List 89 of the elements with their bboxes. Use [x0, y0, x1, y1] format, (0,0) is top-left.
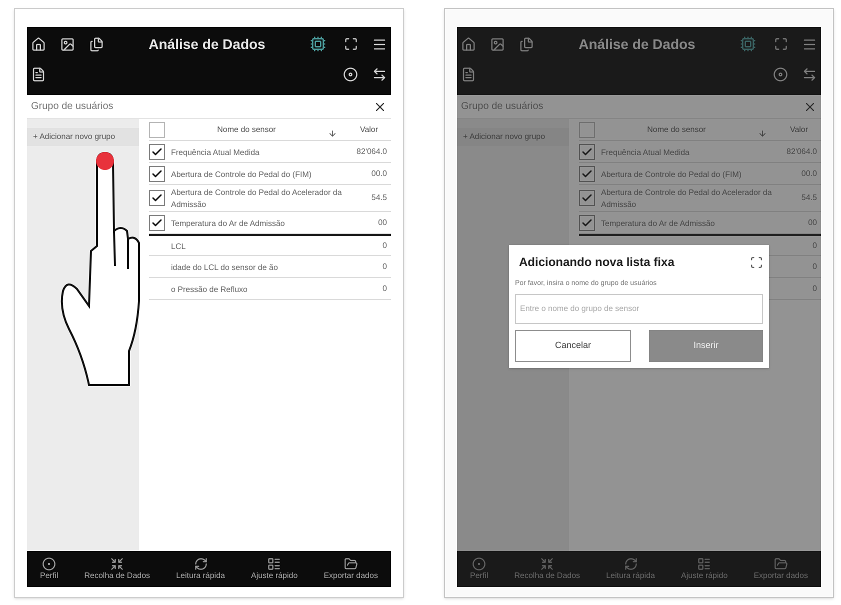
window-title: Análise de Dados — [148, 34, 266, 54]
panel-title: Grupo de usuários — [461, 100, 544, 114]
swap-icon[interactable] — [372, 66, 387, 82]
toolbar-tab[interactable]: Leitura rápida — [606, 557, 655, 581]
document-icon[interactable] — [31, 66, 46, 82]
sensor-name: LCL — [171, 242, 186, 250]
row-checkbox[interactable] — [149, 190, 165, 206]
toolbar-tab[interactable]: Ajuste rápido — [680, 557, 728, 581]
expand-icon[interactable] — [344, 37, 358, 51]
sensor-value: 0 — [382, 240, 388, 252]
pages-icon[interactable] — [89, 36, 104, 52]
record-icon[interactable] — [343, 66, 358, 82]
sort-icon[interactable] — [328, 129, 337, 138]
input-field[interactable]: Entre o nome do grupo de sensor — [515, 294, 763, 324]
sensor-name: Abertura de Controle do Pedal do Acelerador da Admissão — [171, 188, 342, 209]
cancel-button[interactable]: Cancelar — [515, 330, 631, 362]
check-icon — [151, 146, 163, 158]
sensor-value: 0 — [382, 260, 388, 272]
toolbar-icon — [267, 557, 282, 571]
sort-icon[interactable] — [758, 129, 767, 138]
column-header: Valor — [788, 124, 810, 136]
sensor-name: Abertura de Controle do Pedal do Acelerador da Admissão — [601, 188, 772, 209]
sensor-value: 54.5 — [370, 192, 388, 204]
window-title: Análise de Dados — [578, 34, 696, 54]
row-checkbox[interactable] — [579, 190, 595, 206]
row-checkbox[interactable] — [149, 214, 165, 230]
toolbar-icon — [540, 557, 554, 571]
column-header: Valor — [358, 124, 380, 136]
add-group-button[interactable]: + Adicionar novo grupo — [27, 128, 139, 146]
check-icon — [581, 192, 593, 204]
sensor-value: 54.5 — [800, 192, 818, 204]
scan-icon[interactable] — [750, 256, 763, 268]
toolbar-tab[interactable]: Exportar dados — [754, 557, 808, 581]
toolbar-icon — [110, 557, 124, 571]
header-checkbox[interactable] — [579, 122, 595, 138]
sensor-value: 0 — [382, 282, 388, 294]
row-checkbox[interactable] — [149, 144, 165, 160]
toolbar-icon — [344, 557, 358, 571]
toolbar-tab[interactable]: Perfil — [40, 557, 58, 581]
column-header: Nome do sensor — [216, 124, 277, 136]
sensor-value: 00.0 — [370, 168, 388, 180]
check-icon — [151, 168, 163, 180]
image-icon[interactable] — [60, 36, 75, 52]
header-checkbox[interactable] — [149, 122, 165, 138]
sensor-name: Temperatura do Ar de Admissão — [601, 218, 715, 228]
row-checkbox[interactable] — [579, 144, 595, 160]
row-checkbox[interactable] — [149, 166, 165, 182]
sensor-name: Abertura de Controle do Pedal do (FIM) — [171, 170, 312, 178]
sensor-name: idade do LCL do sensor de ão — [171, 262, 278, 272]
toolbar-icon — [194, 557, 208, 571]
sensor-value: 0 — [812, 260, 818, 272]
toolbar-icon — [42, 557, 56, 571]
sensor-value: 82'064.0 — [786, 146, 818, 158]
check-icon — [581, 146, 593, 158]
sensor-value: 00 — [377, 216, 388, 228]
check-icon — [581, 168, 593, 180]
sensor-value: 00 — [807, 216, 818, 228]
chip-icon[interactable] — [310, 36, 326, 52]
sensor-value: 0 — [812, 240, 818, 252]
toolbar-icon — [472, 557, 486, 571]
home-icon[interactable] — [31, 36, 46, 52]
sensor-value: 00.0 — [800, 168, 818, 180]
check-icon — [151, 216, 163, 228]
check-icon — [151, 192, 163, 204]
sensor-name: Frequência Atual Medida — [601, 148, 690, 156]
toolbar-tab[interactable]: Exportar dados — [324, 557, 378, 581]
toolbar-tab[interactable]: Leitura rápida — [176, 557, 225, 581]
toolbar-icon — [774, 557, 788, 571]
menu-icon[interactable] — [372, 36, 387, 52]
column-header: Nome do sensor — [646, 124, 707, 136]
insert-button[interactable]: Inserir — [649, 330, 763, 362]
sensor-name: Abertura de Controle do Pedal do (FIM) — [601, 170, 742, 178]
toolbar-tab[interactable]: Perfil — [470, 557, 488, 581]
check-icon — [581, 216, 593, 228]
row-checkbox[interactable] — [579, 214, 595, 230]
panel-title: Grupo de usuários — [31, 100, 114, 114]
dialog-title: Adicionando nova lista fixa — [518, 254, 676, 271]
sensor-value: 82'064.0 — [356, 146, 388, 158]
sensor-name: Temperatura do Ar de Admissão — [171, 218, 285, 228]
toolbar-icon — [624, 557, 638, 571]
chip-icon[interactable] — [740, 36, 756, 52]
row-checkbox[interactable] — [579, 166, 595, 182]
sensor-value: 0 — [812, 282, 818, 294]
sensor-name: o Pressão de Refluxo — [171, 284, 248, 294]
toolbar-tab[interactable]: Ajuste rápido — [250, 557, 298, 581]
toolbar-tab[interactable]: Recolha de Dados — [514, 557, 580, 581]
toolbar-tab[interactable]: Recolha de Dados — [84, 557, 150, 581]
toolbar-icon — [697, 557, 712, 571]
sensor-name: Frequência Atual Medida — [171, 148, 260, 156]
